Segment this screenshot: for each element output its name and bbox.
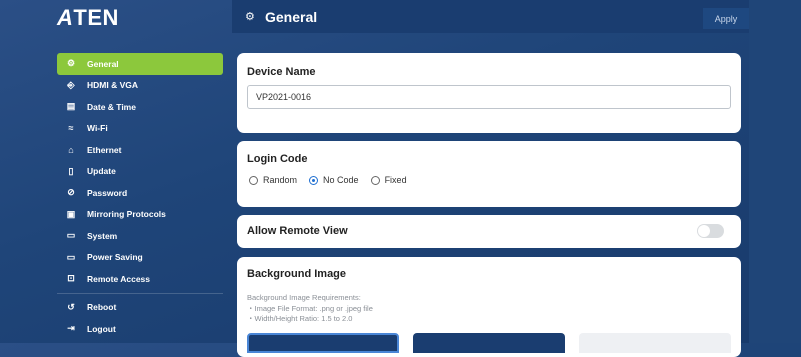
sidebar-item-hdmi-vga[interactable]: ⎆ HDMI & VGA [57, 75, 223, 97]
gear-icon: ⚙ [245, 11, 255, 23]
sidebar-item-label: HDMI & VGA [87, 80, 138, 91]
right-background-strip [749, 0, 801, 343]
radio-circle-icon [249, 175, 258, 185]
remote-access-icon: ⊡ [67, 273, 75, 284]
reboot-icon: ↺ [67, 301, 75, 312]
background-option-2[interactable] [413, 333, 565, 353]
device-name-card: Device Name [237, 53, 741, 133]
sidebar: ATEN ⚙ General ⎆ HDMI & VGA ▤ Date & Time ≈… [0, 0, 232, 343]
logout-icon: ⇥ [67, 323, 75, 334]
login-code-fixed-radio[interactable]: Fixed [370, 175, 407, 185]
allow-remote-view-card: Allow Remote View [237, 215, 741, 248]
sidebar-divider [57, 292, 223, 294]
page-title: General [265, 8, 318, 25]
sidebar-item-label: Password [87, 187, 128, 198]
ethernet-icon: ⌂ [68, 144, 74, 155]
sidebar-item-label: Ethernet [87, 144, 122, 155]
background-image-card: Background Image Background Image Requir… [237, 257, 741, 357]
mirroring-icon: ▣ [66, 208, 76, 219]
sidebar-item-wifi[interactable]: ≈ Wi-Fi [57, 118, 223, 140]
apply-button[interactable]: Apply [703, 8, 749, 29]
sidebar-item-label: Remote Access [87, 273, 150, 284]
password-icon: ⊘ [67, 187, 75, 198]
sidebar-item-power-saving[interactable]: ▭ Power Saving [57, 247, 223, 269]
system-icon: ▭ [66, 230, 76, 241]
sidebar-item-remote-access[interactable]: ⊡ Remote Access [57, 268, 223, 290]
toggle-knob [698, 225, 710, 237]
login-code-card: Login Code Random No Code Fixed [237, 141, 741, 207]
device-name-title: Device Name [247, 66, 316, 78]
sidebar-item-password[interactable]: ⊘ Password [57, 182, 223, 204]
radio-circle-icon [370, 175, 380, 185]
login-code-title: Login Code [247, 153, 308, 165]
sidebar-item-label: General [87, 58, 119, 69]
background-option-3[interactable] [579, 333, 731, 353]
hdmi-icon: ⎆ [67, 79, 75, 90]
allow-remote-view-toggle[interactable] [697, 224, 724, 238]
sidebar-item-reboot[interactable]: ↺ Reboot [57, 297, 223, 319]
sidebar-item-date-time[interactable]: ▤ Date & Time [57, 96, 223, 118]
sidebar-item-update[interactable]: ▯ Update [57, 161, 223, 183]
sidebar-item-label: Mirroring Protocols [87, 209, 166, 220]
device-name-input[interactable] [247, 85, 731, 109]
radio-checked-icon [309, 175, 319, 185]
sidebar-item-label: Power Saving [87, 252, 143, 263]
background-image-title: Background Image [247, 268, 347, 280]
login-code-no-code-radio[interactable]: No Code [309, 175, 359, 185]
sidebar-item-label: System [87, 230, 118, 241]
power-saving-icon: ▭ [66, 251, 76, 262]
sidebar-item-mirroring-protocols[interactable]: ▣ Mirroring Protocols [57, 204, 223, 226]
background-option-1[interactable] [247, 333, 399, 353]
login-code-random-radio[interactable]: Random [249, 175, 297, 185]
sidebar-item-logout[interactable]: ⇥ Logout [57, 318, 223, 340]
sidebar-item-ethernet[interactable]: ⌂ Ethernet [57, 139, 223, 161]
sidebar-item-label: Wi-Fi [87, 123, 108, 134]
gear-icon: ⚙ [66, 58, 76, 69]
sidebar-item-system[interactable]: ▭ System [57, 225, 223, 247]
sidebar-item-label: Update [87, 166, 116, 177]
calendar-icon: ▤ [66, 101, 76, 112]
sidebar-item-label: Reboot [87, 302, 117, 313]
allow-remote-view-title: Allow Remote View [247, 225, 348, 237]
aten-logo: ATEN [57, 5, 119, 30]
sidebar-item-label: Date & Time [87, 101, 136, 112]
update-icon: ▯ [68, 165, 74, 176]
sidebar-nav: ⚙ General ⎆ HDMI & VGA ▤ Date & Time ≈ Wi-Fi… [57, 53, 223, 340]
page-header: ⚙ General Apply [232, 0, 749, 33]
wifi-icon: ≈ [68, 123, 74, 134]
login-code-radio-group: Random No Code Fixed [249, 175, 419, 185]
sidebar-item-label: Logout [87, 323, 116, 334]
sidebar-item-general[interactable]: ⚙ General [57, 53, 223, 75]
background-image-requirements: Background Image Requirements: ・Image Fi… [247, 293, 373, 323]
